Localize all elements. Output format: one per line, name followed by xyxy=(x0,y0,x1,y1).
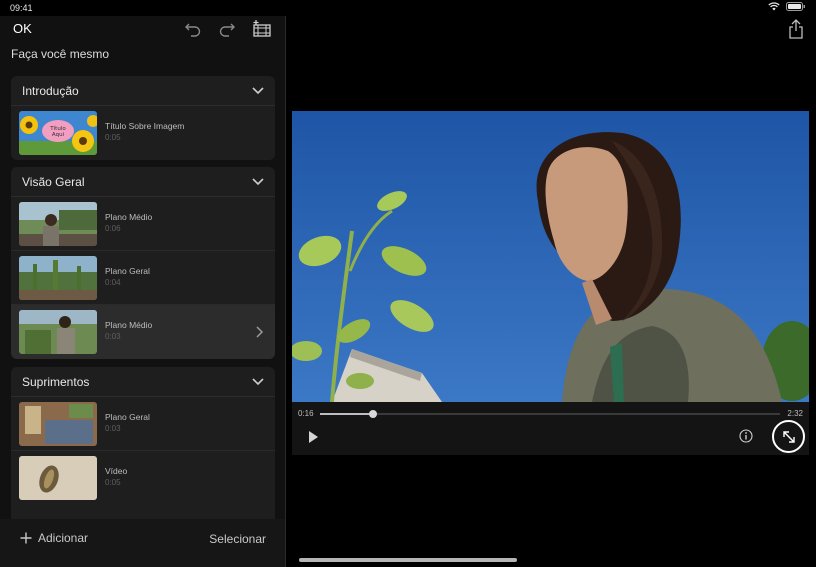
clip-duration: 0:04 xyxy=(105,278,121,287)
chevron-down-icon[interactable] xyxy=(251,376,265,386)
clip-row[interactable]: Plano Geral 0:03 xyxy=(11,397,275,451)
clip-thumbnail-image xyxy=(19,402,97,446)
panel-divider[interactable] xyxy=(285,16,286,567)
section-header[interactable]: Suprimentos xyxy=(11,367,275,397)
clip-thumbnail-image xyxy=(19,310,97,354)
scrubber-track[interactable] xyxy=(320,410,780,418)
share-icon[interactable] xyxy=(787,19,805,39)
add-label: Adicionar xyxy=(38,531,89,545)
info-icon[interactable] xyxy=(739,429,753,443)
section-introducao: Introdução Título Aqui Título Sobre Imag… xyxy=(11,76,275,160)
clip-name: Título Sobre Imagem xyxy=(105,121,185,131)
clip-row[interactable]: Plano Geral 0:04 xyxy=(11,251,275,305)
fullscreen-button[interactable] xyxy=(772,420,805,453)
clip-duration: 0:03 xyxy=(105,332,121,341)
select-button[interactable]: Selecionar xyxy=(209,532,266,546)
section-title: Introdução xyxy=(22,84,79,98)
play-icon[interactable] xyxy=(307,430,319,444)
clip-thumbnail xyxy=(19,456,97,500)
clip-name: Plano Médio xyxy=(105,320,153,330)
status-icons xyxy=(768,2,806,11)
clip-duration: 0:05 xyxy=(105,478,121,487)
battery-icon xyxy=(786,2,805,11)
clip-name: Vídeo xyxy=(105,466,128,476)
player-controls: 0:16 2:32 xyxy=(292,402,809,455)
clip-duration: 0:06 xyxy=(105,224,121,233)
current-time: 0:16 xyxy=(298,409,314,418)
home-indicator xyxy=(299,558,517,562)
add-clip-icon[interactable] xyxy=(252,19,272,39)
ok-button[interactable]: OK xyxy=(13,21,32,36)
chevron-down-icon[interactable] xyxy=(251,176,265,186)
clip-name: Plano Médio xyxy=(105,212,153,222)
clip-row[interactable]: Vídeo 0:05 xyxy=(11,451,275,505)
section-title: Suprimentos xyxy=(22,375,90,389)
clip-duration: 0:03 xyxy=(105,424,121,433)
clip-name: Plano Geral xyxy=(105,266,150,276)
section-header[interactable]: Visão Geral xyxy=(11,167,275,197)
total-time: 2:32 xyxy=(787,409,803,418)
clip-thumbnail-title: Título Aqui xyxy=(19,111,97,155)
section-suprimentos: Suprimentos Plano Geral 0:03 Vídeo 0:05 xyxy=(11,367,275,527)
status-time: 09:41 xyxy=(10,3,33,13)
thumbnail-title-text-line1: Título xyxy=(49,125,66,132)
clip-thumbnail-image xyxy=(19,256,97,300)
project-sidebar: OK Faça você mesmo Introdução Título Aqu… xyxy=(0,16,285,567)
bottom-toolbar: Adicionar Selecionar xyxy=(0,519,285,567)
undo-icon[interactable] xyxy=(183,19,203,39)
status-bar: 09:41 xyxy=(0,0,816,16)
section-visao-geral: Visão Geral Plano Médio 0:06 Plano Geral… xyxy=(11,167,275,359)
clip-thumbnail xyxy=(19,202,97,246)
chevron-down-icon[interactable] xyxy=(251,85,265,95)
clip-duration: 0:05 xyxy=(105,133,121,142)
clip-thumbnail xyxy=(19,256,97,300)
clip-thumbnail xyxy=(19,310,97,354)
section-title: Visão Geral xyxy=(22,175,85,189)
add-button[interactable]: Adicionar xyxy=(20,531,88,545)
redo-icon[interactable] xyxy=(217,19,237,39)
clip-row[interactable]: Título Aqui Título Sobre Imagem 0:05 xyxy=(11,106,275,160)
clip-thumbnail-image xyxy=(19,202,97,246)
clip-name: Plano Geral xyxy=(105,412,150,422)
wifi-icon xyxy=(768,2,780,11)
title-thumbnail-image: Título Aqui xyxy=(19,111,97,155)
scrubber-progress xyxy=(320,413,373,415)
editor-toolbar: OK xyxy=(0,16,285,44)
plus-icon xyxy=(20,532,32,544)
scrubber-handle[interactable] xyxy=(368,410,377,418)
video-preview[interactable] xyxy=(292,111,809,402)
clip-thumbnail-image xyxy=(19,456,97,500)
video-frame-image xyxy=(292,111,809,402)
expand-icon xyxy=(782,430,795,443)
project-title: Faça você mesmo xyxy=(11,47,110,61)
chevron-right-icon[interactable] xyxy=(254,325,264,339)
section-header[interactable]: Introdução xyxy=(11,76,275,106)
thumbnail-title-text-line2: Aqui xyxy=(52,132,65,138)
clip-row[interactable]: Plano Médio 0:06 xyxy=(11,197,275,251)
clip-thumbnail xyxy=(19,402,97,446)
clip-row-selected[interactable]: Plano Médio 0:03 xyxy=(11,305,275,359)
